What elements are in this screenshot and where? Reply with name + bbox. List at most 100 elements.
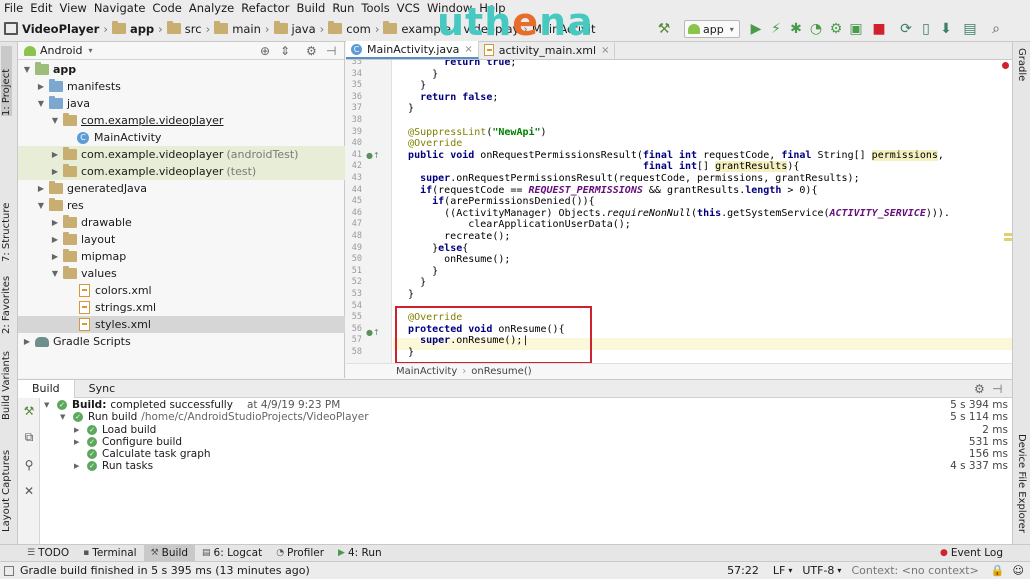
menu-refactor[interactable]: Refactor <box>241 1 289 15</box>
sdk-manager-icon[interactable]: ⬇ <box>938 20 954 38</box>
tree-item-package-main[interactable]: ▼ com.example.videoplayer <box>18 112 345 129</box>
menu-tools[interactable]: Tools <box>361 1 389 15</box>
tree-item-generatedjava[interactable]: ▶ generatedJava <box>18 180 345 197</box>
hammer-icon[interactable]: ⚒ <box>22 404 36 418</box>
tree-item-app[interactable]: ▼ app <box>18 61 345 78</box>
avd-manager-icon[interactable]: ▯ <box>918 20 934 38</box>
tree-item-styles-xml[interactable]: styles.xml <box>18 316 345 333</box>
tool-layout-captures[interactable]: Layout Captures <box>1 440 12 532</box>
lock-icon[interactable]: 🔒 <box>991 564 1005 577</box>
toolwindow-todo[interactable]: ☰ TODO <box>20 545 76 562</box>
tool-build-variants[interactable]: Build Variants <box>1 342 12 420</box>
tool-device-file-explorer[interactable]: Device File Explorer <box>1016 434 1027 533</box>
toolwindow-logcat[interactable]: ▤ 6: Logcat <box>195 545 269 562</box>
toolwindow-run[interactable]: ▶ 4: Run <box>331 545 389 562</box>
tree-item-strings-xml[interactable]: strings.xml <box>18 299 345 316</box>
warning-stripe[interactable] <box>1004 233 1012 236</box>
line-separator[interactable]: LF <box>773 564 785 577</box>
collapse-all-icon[interactable]: ⇕ <box>280 44 290 58</box>
gear-icon[interactable]: ⚙ <box>306 44 317 58</box>
tool-project[interactable]: 1: Project <box>1 46 12 116</box>
build-row-configure-build[interactable]: ▶ ✓ Configure build <box>74 436 182 449</box>
caret-position[interactable]: 57:22 <box>727 564 759 577</box>
tree-item-package-test[interactable]: ▶ com.example.videoplayer (test) <box>18 163 345 180</box>
override-gutter-icon[interactable]: ●↑ <box>366 151 380 160</box>
file-encoding[interactable]: UTF-8 <box>802 564 834 577</box>
override-gutter-icon[interactable]: ●↑ <box>366 328 380 337</box>
make-project-hammer-icon[interactable]: ⚒ <box>656 20 672 38</box>
nav-crumb-src[interactable]: src › <box>166 21 214 36</box>
menu-build[interactable]: Build <box>296 1 325 15</box>
breadcrumb-class[interactable]: MainActivity <box>396 366 457 377</box>
build-row-calculate-task-graph[interactable]: ✓ Calculate task graph <box>74 448 211 461</box>
stop-icon[interactable]: ■ <box>871 20 887 38</box>
menu-run[interactable]: Run <box>332 1 354 15</box>
search-icon[interactable]: ⌕ <box>988 20 1004 38</box>
menu-code[interactable]: Code <box>152 1 181 15</box>
close-icon[interactable]: × <box>464 44 472 55</box>
nav-crumb-com[interactable]: com › <box>328 21 383 36</box>
tree-item-gradle-scripts[interactable]: ▶ Gradle Scripts <box>18 333 345 350</box>
debug-icon[interactable]: ✱ <box>788 20 804 38</box>
profile-icon[interactable]: ◔ <box>808 20 824 38</box>
build-row-run-tasks[interactable]: ▶ ✓ Run tasks <box>74 460 153 473</box>
tree-item-drawable[interactable]: ▶ drawable <box>18 214 345 231</box>
toolwindow-terminal[interactable]: ▪ Terminal <box>76 545 143 562</box>
toolwindow-event-log[interactable]: ● Event Log <box>933 545 1010 562</box>
nav-crumb-app[interactable]: app › <box>111 21 167 36</box>
nav-crumb-main[interactable]: main › <box>214 21 273 36</box>
tab-build[interactable]: Build <box>18 379 75 398</box>
tree-item-res[interactable]: ▼ res <box>18 197 345 214</box>
status-message[interactable]: Gradle build finished in 5 s 395 ms (13 … <box>20 564 310 577</box>
close-icon[interactable]: ✕ <box>22 484 36 498</box>
menu-analyze[interactable]: Analyze <box>189 1 234 15</box>
toolwindow-profiler[interactable]: ◔ Profiler <box>269 545 331 562</box>
build-row-root[interactable]: ▼ ✓ Build: completed successfully at 4/9… <box>44 399 340 412</box>
tree-item-values[interactable]: ▼ values <box>18 265 345 282</box>
breadcrumb-method[interactable]: onResume() <box>471 366 531 377</box>
pin-icon[interactable]: ⚲ <box>22 458 36 472</box>
tool-gradle[interactable]: Gradle <box>1016 48 1027 81</box>
warning-stripe[interactable] <box>1004 238 1012 241</box>
tab-sync[interactable]: Sync <box>75 382 130 395</box>
menu-view[interactable]: View <box>60 1 87 15</box>
project-view-select[interactable]: Android ▾ <box>18 42 344 60</box>
run-icon[interactable]: ▶ <box>748 20 764 38</box>
run-configuration-select[interactable]: app ▾ <box>684 20 740 38</box>
tool-favorites[interactable]: 2: Favorites <box>1 264 12 334</box>
nav-project[interactable]: VideoPlayer › <box>0 22 112 36</box>
menu-file[interactable]: File <box>4 1 23 15</box>
locate-icon[interactable]: ⊕ <box>260 44 270 58</box>
apply-changes-icon[interactable]: ⚡ <box>768 20 784 38</box>
build-row-run-build[interactable]: ▼ ✓ Run build /home/c/AndroidStudioProje… <box>60 411 369 424</box>
tree-item-layout[interactable]: ▶ layout <box>18 231 345 248</box>
error-marker-icon[interactable] <box>1002 62 1009 69</box>
sync-gradle-icon[interactable]: ⟳ <box>898 20 914 38</box>
attach-debugger-icon[interactable]: ⚙ <box>828 20 844 38</box>
toolwindow-build[interactable]: ⚒ Build <box>143 544 196 562</box>
tree-item-java[interactable]: ▼ java <box>18 95 345 112</box>
tool-structure[interactable]: 7: Structure <box>1 182 12 262</box>
device-monitor-icon[interactable]: ▤ <box>962 20 978 38</box>
menu-navigate[interactable]: Navigate <box>94 1 146 15</box>
build-row-load-build[interactable]: ▶ ✓ Load build <box>74 424 156 437</box>
hide-icon[interactable]: ⊣ <box>992 382 1002 396</box>
tab-activity-main-xml[interactable]: activity_main.xml × <box>479 41 616 59</box>
coverage-icon[interactable]: ▣ <box>848 20 864 38</box>
tree-item-package-androidtest[interactable]: ▶ com.example.videoplayer (androidTest) <box>18 146 345 163</box>
menu-vcs[interactable]: VCS <box>397 1 420 15</box>
inspector-icon[interactable]: ☺ <box>1013 564 1024 577</box>
tree-item-mainactivity[interactable]: C MainActivity <box>18 129 345 146</box>
close-icon[interactable]: × <box>601 45 609 56</box>
menu-edit[interactable]: Edit <box>30 1 52 15</box>
tree-item-manifests[interactable]: ▶ manifests <box>18 78 345 95</box>
tool-windows-toggle-icon[interactable] <box>4 565 14 576</box>
nav-crumb-java[interactable]: java › <box>273 21 329 36</box>
hide-icon[interactable]: ⊣ <box>326 44 336 58</box>
tab-mainactivity-java[interactable]: C MainActivity.java × <box>346 41 479 59</box>
toggle-view-icon[interactable]: ⧉ <box>22 430 36 445</box>
context-indicator[interactable]: Context: <no context> <box>851 564 978 577</box>
tree-item-colors-xml[interactable]: colors.xml <box>18 282 345 299</box>
tree-item-mipmap[interactable]: ▶ mipmap <box>18 248 345 265</box>
gear-icon[interactable]: ⚙ <box>974 382 985 396</box>
